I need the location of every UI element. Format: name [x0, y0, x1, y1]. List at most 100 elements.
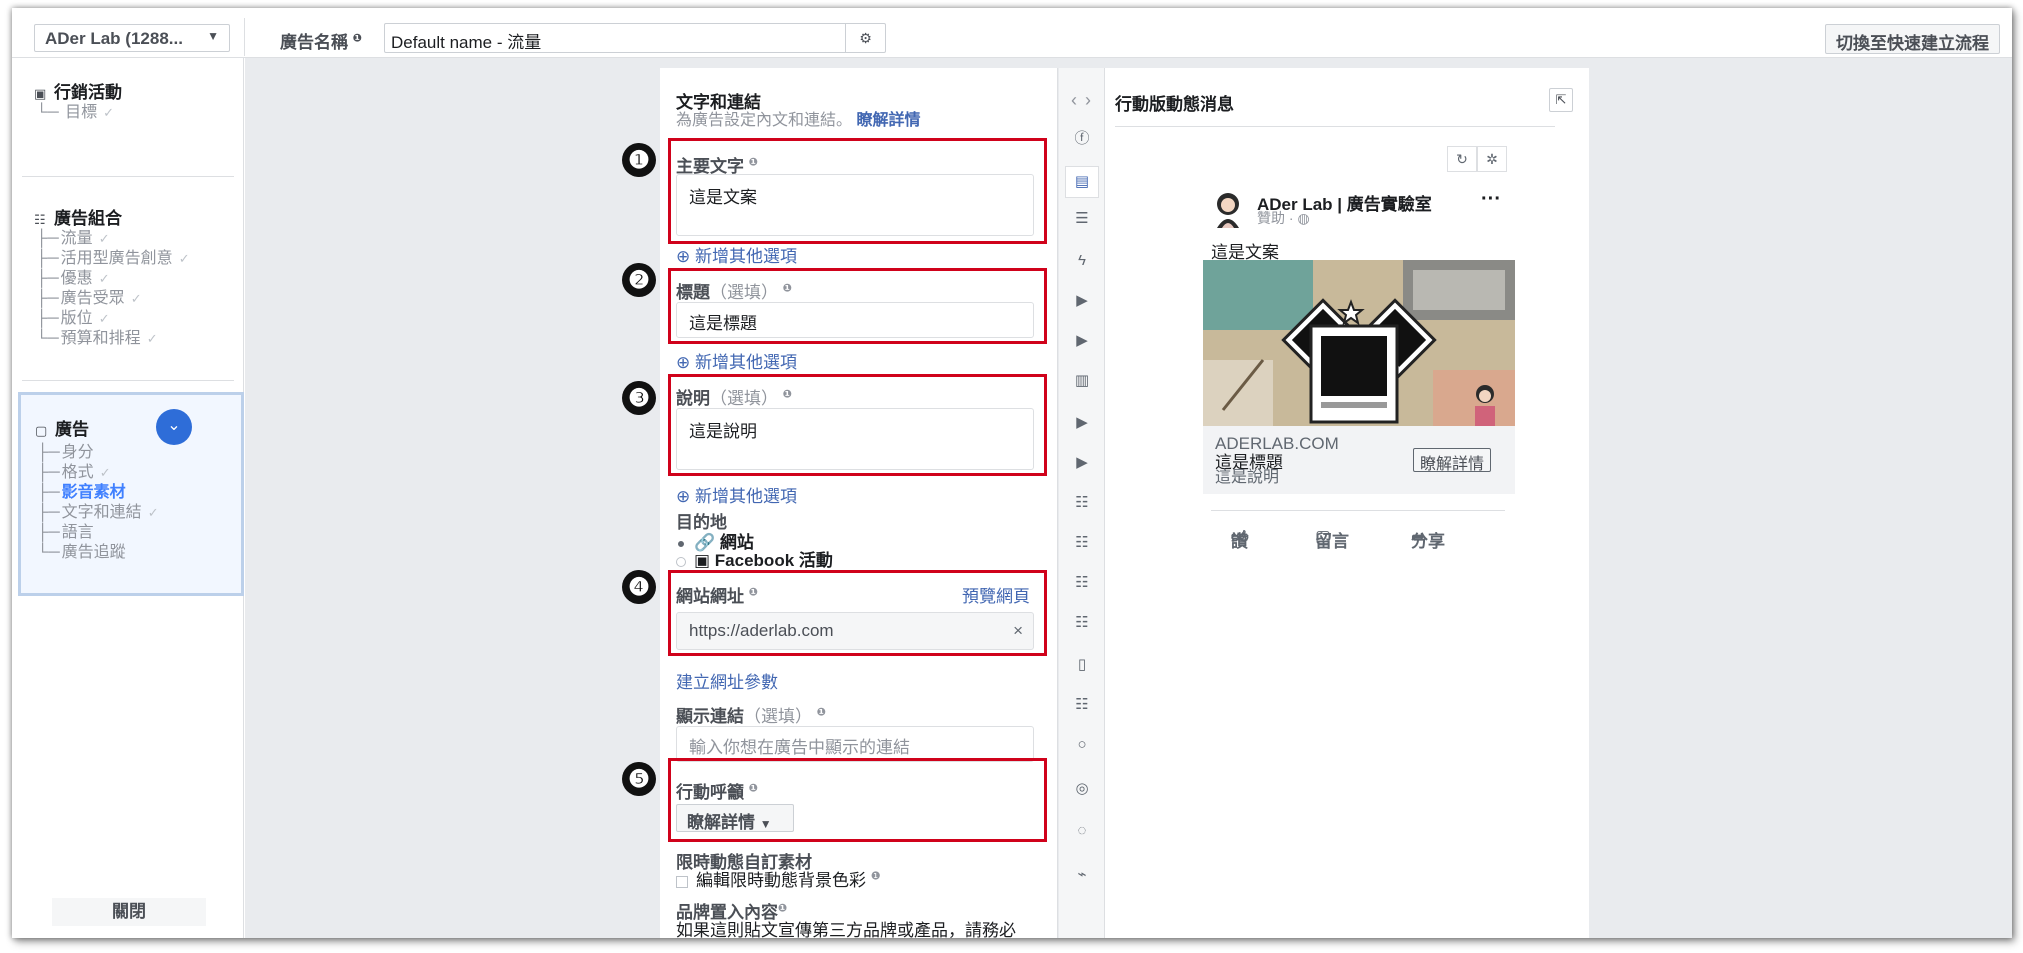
headline-input[interactable]: 這是標題: [676, 302, 1034, 338]
marketplace-icon[interactable]: ☷: [1071, 492, 1093, 514]
close-button[interactable]: 關閉: [52, 898, 206, 926]
headline-label: 標題（選填） ❶: [676, 282, 793, 302]
link-footer[interactable]: ADERLAB.COM 這是標題 這是說明 瞭解詳情: [1203, 426, 1515, 494]
groups-feed-icon[interactable]: ☷: [1071, 612, 1093, 634]
ads-manager-window: ADer Lab (1288... ▼ 廣告名稱 ❶ Default name …: [12, 8, 2012, 938]
display-link-input[interactable]: 輸入你想在廣告中顯示的連結: [676, 726, 1034, 762]
nav-item-audience[interactable]: ├─ 廣告受眾 ✓: [22, 289, 234, 309]
left-navigation: ▣ 行銷活動 └─ 目標 ✓ ☷ 廣告組合 ├─ 流量 ✓ ├─ 活用型廣告創意 ✓ ├─ 優惠…: [12, 58, 244, 938]
external-link-icon[interactable]: ⇱: [1549, 88, 1573, 112]
info-icon: ❶: [778, 902, 788, 915]
adset-icon: ☷: [34, 212, 46, 227]
checkbox[interactable]: [676, 875, 688, 888]
add-option-link[interactable]: ⊕ 新增其他選項: [676, 242, 797, 267]
nav-item-identity[interactable]: ├─ 身分: [23, 443, 159, 463]
link-description: 這是說明: [1215, 469, 1280, 486]
divider: [22, 176, 234, 177]
prev-next-arrows[interactable]: ‹›: [1071, 90, 1099, 111]
in-stream-video-icon[interactable]: ▶: [1071, 290, 1093, 312]
ad-preview-panel: 行動版動態消息 ⇱ ↻ ✲ ADer Lab | 廣告實驗室 贊助 · ◍ ··…: [1105, 68, 1589, 938]
instant-article-icon[interactable]: ϟ: [1071, 250, 1093, 272]
chevron-down-icon[interactable]: ⌄: [156, 409, 192, 445]
add-option-link[interactable]: ⊕ 新增其他選項: [676, 482, 797, 507]
nav-ad[interactable]: ▢ 廣告: [23, 415, 89, 440]
account-selector[interactable]: ADer Lab (1288... ▼: [34, 24, 230, 52]
nav-item-objective[interactable]: └─ 目標 ✓: [22, 103, 234, 123]
marker-5: ❺: [622, 762, 656, 796]
stories-icon[interactable]: ▯: [1071, 654, 1093, 676]
nav-item-traffic[interactable]: ├─ 流量 ✓: [22, 229, 234, 249]
info-icon: ❶: [748, 782, 759, 795]
info-icon: ❶: [748, 586, 759, 599]
switch-to-quick-creation-button[interactable]: 切換至快速建立流程: [1825, 24, 2000, 54]
preview-page-link[interactable]: 預覽網頁: [962, 582, 1030, 607]
check-icon: ✓: [99, 465, 111, 480]
mobile-feed-icon[interactable]: ▤: [1065, 166, 1099, 198]
nav-item-placements[interactable]: ├─ 版位 ✓: [22, 309, 234, 329]
search-results-icon[interactable]: ☷: [1071, 532, 1093, 554]
instream-video-icon[interactable]: ▶: [1071, 452, 1093, 474]
check-icon: ✓: [130, 291, 142, 306]
nav-item-media[interactable]: ├─ 影音素材: [23, 483, 159, 503]
gear-icon[interactable]: ⚙: [845, 24, 885, 52]
placement-rail: ‹› ⓕ ▤ ☰ ϟ ▶ ▶ ▥ ▶ ▶ ☷ ☷ ☷ ☷ ▯ ☷ ○ ◎ ◌ ⌁: [1059, 68, 1105, 938]
nav-item-dynamic-creative[interactable]: ├─ 活用型廣告創意 ✓: [22, 249, 234, 269]
caret-down-icon: ▼: [207, 29, 219, 43]
divider: [244, 18, 245, 56]
more-options-icon[interactable]: ···: [1481, 188, 1501, 211]
nav-item-text-links[interactable]: ├─ 文字和連結 ✓: [23, 503, 159, 523]
nav-item-tracking[interactable]: └─ 廣告追蹤: [23, 543, 159, 563]
check-icon: ✓: [103, 105, 115, 120]
sponsored-messages-icon[interactable]: ☷: [1071, 572, 1093, 594]
nav-item-offer[interactable]: ├─ 優惠 ✓: [22, 269, 234, 289]
refresh-icon[interactable]: ↻: [1447, 146, 1477, 172]
nav-item-language[interactable]: ├─ 語言: [23, 523, 159, 543]
website-url-input[interactable]: https://aderlab.com ×: [676, 612, 1034, 650]
info-icon: ❶: [816, 706, 827, 719]
divider: [1115, 126, 1555, 127]
primary-text-input[interactable]: 這是文案: [676, 174, 1034, 236]
desktop-feed-icon[interactable]: ☰: [1071, 208, 1093, 230]
cta-label: 行動呼籲 ❶: [676, 782, 759, 802]
nav-campaign[interactable]: ▣ 行銷活動: [22, 78, 234, 103]
facebook-icon[interactable]: ⓕ: [1071, 128, 1093, 150]
stories-video-icon[interactable]: ▶: [1071, 412, 1093, 434]
divider: [22, 380, 234, 381]
messenger-icon[interactable]: ⌁: [1071, 864, 1093, 886]
event-icon: ▣: [694, 551, 711, 570]
destination-facebook-event-option[interactable]: ▣ Facebook 活動: [676, 546, 833, 571]
messenger-inbox-icon[interactable]: ◌: [1071, 820, 1093, 842]
marker-2: ❷: [622, 263, 656, 297]
story-background-checkbox[interactable]: 編輯限時動態背景色彩 ❶: [676, 866, 881, 891]
bug-icon[interactable]: ✲: [1477, 146, 1507, 172]
nav-campaign-section: ▣ 行銷活動 └─ 目標 ✓: [22, 78, 234, 123]
radio-unselected: [676, 556, 686, 567]
build-url-params-link[interactable]: 建立網址參數: [676, 668, 778, 693]
branded-content-text: 如果這則貼文宣傳第三方品牌或產品，請務必: [676, 921, 1016, 938]
nav-item-format[interactable]: ├─ 格式 ✓: [23, 463, 159, 483]
learn-more-link[interactable]: 瞭解詳情: [856, 112, 920, 129]
nav-item-budget-schedule[interactable]: └─ 預算和排程 ✓: [22, 329, 234, 349]
ad-name-input[interactable]: Default name - 流量: [384, 23, 886, 53]
marker-3: ❸: [622, 381, 656, 415]
add-option-link[interactable]: ⊕ 新增其他選項: [676, 348, 797, 373]
nav-adset[interactable]: ☷ 廣告組合: [22, 204, 234, 229]
info-icon: ❶: [782, 282, 793, 295]
caret-down-icon: ▼: [759, 817, 772, 831]
preview-title: 行動版動態消息: [1115, 95, 1234, 114]
cta-dropdown[interactable]: 瞭解詳情 ▼: [676, 804, 794, 832]
audience-network-icon[interactable]: ☷: [1071, 694, 1093, 716]
instagram-icon[interactable]: ◎: [1071, 778, 1093, 800]
ad-name-label: 廣告名稱 ❶: [280, 32, 363, 52]
info-icon: ❶: [748, 156, 759, 169]
right-column-icon[interactable]: ▥: [1071, 370, 1093, 392]
page-avatar: [1217, 193, 1239, 228]
cta-button[interactable]: 瞭解詳情: [1413, 448, 1492, 473]
ad-name-value: Default name - 流量: [391, 33, 542, 52]
close-icon[interactable]: ×: [1013, 621, 1023, 641]
display-link-label: 顯示連結（選填） ❶: [676, 706, 827, 726]
check-icon: ✓: [147, 505, 159, 520]
description-input[interactable]: 這是說明: [676, 408, 1034, 470]
search-icon[interactable]: ○: [1071, 734, 1093, 756]
video-feed-icon[interactable]: ▶: [1071, 330, 1093, 352]
